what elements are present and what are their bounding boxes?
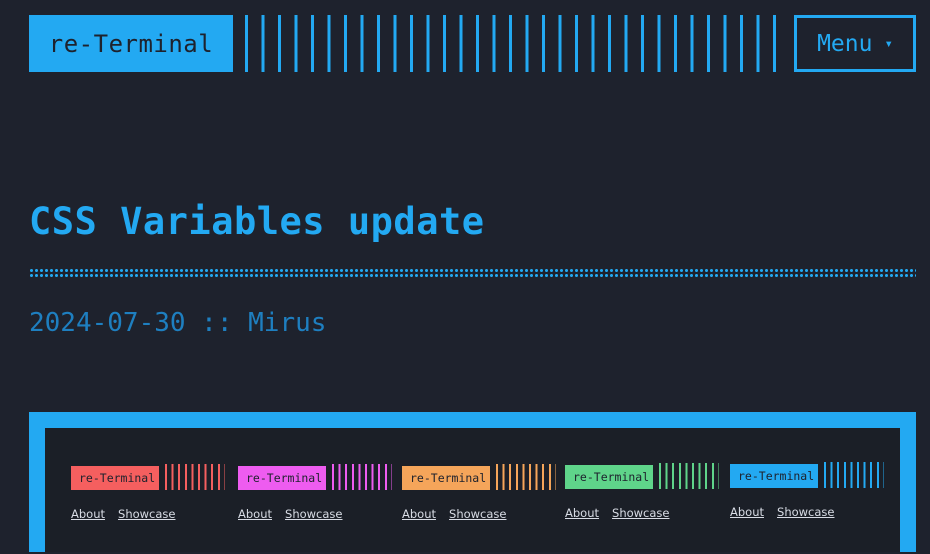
chevron-down-icon: ▾ (884, 35, 893, 52)
variant-stripes-decoration (496, 464, 556, 490)
variant-stripes-decoration (824, 462, 884, 488)
variant-link-about[interactable]: About (402, 507, 436, 521)
variant-link-showcase[interactable]: Showcase (118, 507, 175, 521)
variant-logo: re-Terminal (238, 466, 326, 490)
variant-nav: About Showcase (730, 505, 834, 519)
variant-link-showcase[interactable]: Showcase (612, 506, 669, 520)
variant-stripes-decoration (165, 464, 225, 490)
variant-nav: About Showcase (565, 506, 669, 520)
variant-stripes-decoration (332, 464, 392, 490)
variant-link-showcase[interactable]: Showcase (449, 507, 506, 521)
site-logo[interactable]: re-Terminal (29, 15, 233, 72)
post-meta: 2024-07-30 :: Mirus (29, 308, 327, 338)
post-image-frame: re-Terminal About Showcase re-Terminal A… (29, 412, 916, 552)
variant-link-about[interactable]: About (238, 507, 272, 521)
menu-button-label: Menu (817, 30, 873, 57)
variant-nav: About Showcase (71, 507, 175, 521)
variant-nav: About Showcase (402, 507, 506, 521)
variant-link-about[interactable]: About (71, 507, 105, 521)
variant-link-about[interactable]: About (565, 506, 599, 520)
title-dotted-divider (29, 268, 916, 277)
variant-nav: About Showcase (238, 507, 342, 521)
header-stripes-decoration (245, 15, 785, 72)
variant-stripes-decoration (659, 463, 719, 489)
variant-logo: re-Terminal (71, 466, 159, 490)
variant-logo: re-Terminal (565, 465, 653, 489)
site-header: re-Terminal Menu ▾ (29, 15, 916, 72)
variant-link-showcase[interactable]: Showcase (777, 505, 834, 519)
variant-logo: re-Terminal (402, 466, 490, 490)
menu-button[interactable]: Menu ▾ (794, 15, 916, 72)
theme-variants-preview: re-Terminal About Showcase re-Terminal A… (71, 462, 891, 554)
variant-link-about[interactable]: About (730, 505, 764, 519)
variant-logo: re-Terminal (730, 464, 818, 488)
post-title: CSS Variables update (29, 200, 485, 243)
variant-link-showcase[interactable]: Showcase (285, 507, 342, 521)
